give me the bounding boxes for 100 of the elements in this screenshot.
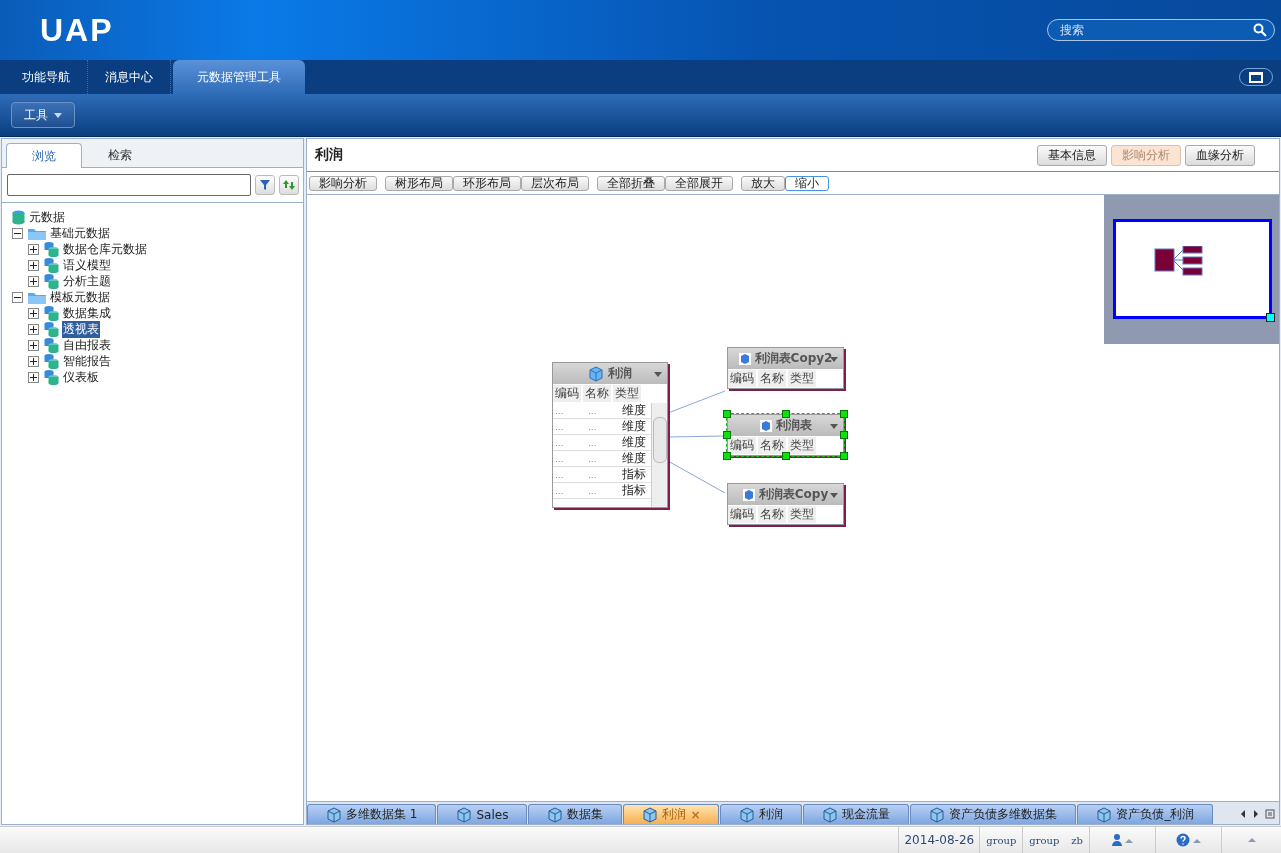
tree-item[interactable]: 透视表: [62, 320, 100, 338]
document-tab[interactable]: 数据集: [528, 804, 623, 824]
table-cell-text: ...: [554, 421, 565, 432]
cube-icon: [1096, 806, 1113, 823]
view-button[interactable]: 血缘分析: [1185, 144, 1255, 166]
view-button[interactable]: 基本信息: [1037, 144, 1107, 166]
resize-handle[interactable]: [781, 410, 790, 418]
diagram-tool-button[interactable]: 层次布局: [521, 175, 589, 191]
tree-item[interactable]: 元数据: [28, 208, 66, 226]
cube-icon: [929, 806, 946, 823]
table-cell-text: 维度: [621, 418, 646, 435]
resize-handle[interactable]: [723, 452, 731, 460]
table-cell-text: ...: [587, 437, 598, 448]
diagram-tool-button[interactable]: 放大: [741, 175, 785, 191]
expand-icon[interactable]: [28, 339, 39, 351]
resize-handle[interactable]: [1266, 313, 1275, 322]
table-node[interactable]: 利润表Copy 编码 名称 类型: [727, 483, 844, 525]
table-cell-text: ...: [587, 453, 598, 464]
table-cell-text: ...: [587, 485, 598, 496]
resize-handle[interactable]: [723, 410, 731, 418]
table-node[interactable]: 利润表Copy2 编码 名称 类型: [727, 347, 844, 389]
column-header: 编码: [728, 370, 756, 387]
document-tab[interactable]: 资产负债多维数据集: [910, 804, 1077, 824]
nav-tab[interactable]: 元数据管理工具: [173, 60, 305, 94]
document-tab[interactable]: 利润: [720, 804, 803, 824]
page-title: 利润: [315, 146, 343, 164]
filter-field[interactable]: [7, 174, 251, 196]
status-text: group: [979, 827, 1024, 853]
resize-handle[interactable]: [781, 452, 790, 460]
tree-item[interactable]: 智能报告: [62, 352, 112, 370]
databases-icon: [44, 241, 59, 257]
panel-tab[interactable]: 浏览: [6, 143, 82, 168]
tree-item[interactable]: 仪表板: [62, 368, 100, 386]
collapse-icon[interactable]: [12, 291, 23, 303]
resize-handle[interactable]: [840, 431, 848, 439]
expand-icon[interactable]: [28, 275, 39, 287]
cube-icon: [326, 806, 342, 823]
resize-handle[interactable]: [840, 452, 848, 460]
refresh-button[interactable]: [279, 175, 299, 195]
table-cell-text: ...: [587, 405, 598, 416]
tree-item[interactable]: 数据集成: [62, 304, 112, 322]
maximize-button[interactable]: [1239, 68, 1273, 86]
resize-handle[interactable]: [840, 410, 848, 418]
diagram-tool-button[interactable]: 缩小: [785, 175, 829, 191]
expand-icon[interactable]: [28, 371, 39, 383]
search-field[interactable]: 搜索: [1047, 19, 1275, 41]
collapse-icon[interactable]: [12, 227, 23, 239]
tools-menu-button[interactable]: 工具: [11, 102, 75, 128]
panel-tab[interactable]: 检索: [82, 143, 158, 167]
tree-item[interactable]: 基础元数据: [49, 224, 111, 242]
tree-item[interactable]: 分析主题: [62, 272, 112, 290]
tree-item[interactable]: 模板元数据: [49, 288, 111, 306]
diagram-tool-button[interactable]: 环形布局: [453, 175, 521, 191]
diagram-tool-button[interactable]: 树形布局: [385, 175, 453, 191]
cube-icon: [456, 806, 473, 823]
node-title: 利润: [608, 365, 632, 382]
expand-icon[interactable]: [28, 323, 39, 335]
tree-item[interactable]: 语义模型: [62, 256, 112, 274]
node-title: 利润表: [775, 417, 812, 434]
cube-icon: [547, 806, 564, 823]
databases-icon: [44, 305, 59, 321]
search-icon[interactable]: [1253, 23, 1267, 37]
tree-item[interactable]: 数据仓库元数据: [62, 240, 148, 258]
tree-item[interactable]: 自由报表: [62, 336, 112, 354]
expand-icon[interactable]: [28, 307, 39, 319]
column-header: 编码: [728, 506, 756, 523]
diagram-thumbnail: [1154, 246, 1204, 278]
document-tab[interactable]: 多维数据集 1: [307, 804, 437, 824]
filter-button[interactable]: [255, 175, 275, 195]
diagram-tool-button[interactable]: 全部展开: [665, 175, 733, 191]
document-tab[interactable]: 现金流量: [803, 804, 910, 824]
connector-line: [667, 460, 726, 494]
table-node[interactable]: 利润 编码 名称 类型 ... ... 维度 ... ... 维度 ... ... 维度 ... ... 维度 ... ... 指标 ... ... 指标: [552, 362, 668, 508]
document-tab[interactable]: Sales: [437, 804, 528, 824]
databases-icon: [44, 273, 59, 289]
resize-handle[interactable]: [723, 431, 731, 439]
column-header: 名称: [758, 437, 786, 454]
connector-line: [667, 390, 726, 414]
table-cell-text: 维度: [621, 450, 646, 467]
scrollbar[interactable]: [651, 403, 667, 507]
databases-icon: [44, 321, 59, 337]
diagram-tool-button[interactable]: 影响分析: [309, 175, 377, 191]
expand-icon[interactable]: [28, 243, 39, 255]
list-icon[interactable]: [1265, 809, 1275, 819]
diagram-tool-button[interactable]: 全部折叠: [597, 175, 665, 191]
expand-icon[interactable]: [28, 259, 39, 271]
scroll-left-icon[interactable]: [1239, 809, 1247, 819]
column-header: 名称: [583, 385, 611, 402]
cube-icon: [822, 806, 839, 823]
document-tab[interactable]: 资产负债_利润: [1077, 804, 1214, 824]
document-tab[interactable]: 利润 ×: [623, 804, 720, 824]
status-date: 2014-08-26: [898, 827, 980, 853]
table-cell-text: ...: [587, 421, 598, 432]
expand-icon[interactable]: [28, 355, 39, 367]
scroll-right-icon[interactable]: [1252, 809, 1260, 819]
viewport-frame[interactable]: [1113, 219, 1272, 319]
folder-icon: [28, 226, 46, 240]
cube-icon: [742, 488, 755, 501]
funnel-icon: [259, 179, 271, 191]
table-cell-text: ...: [554, 485, 565, 496]
